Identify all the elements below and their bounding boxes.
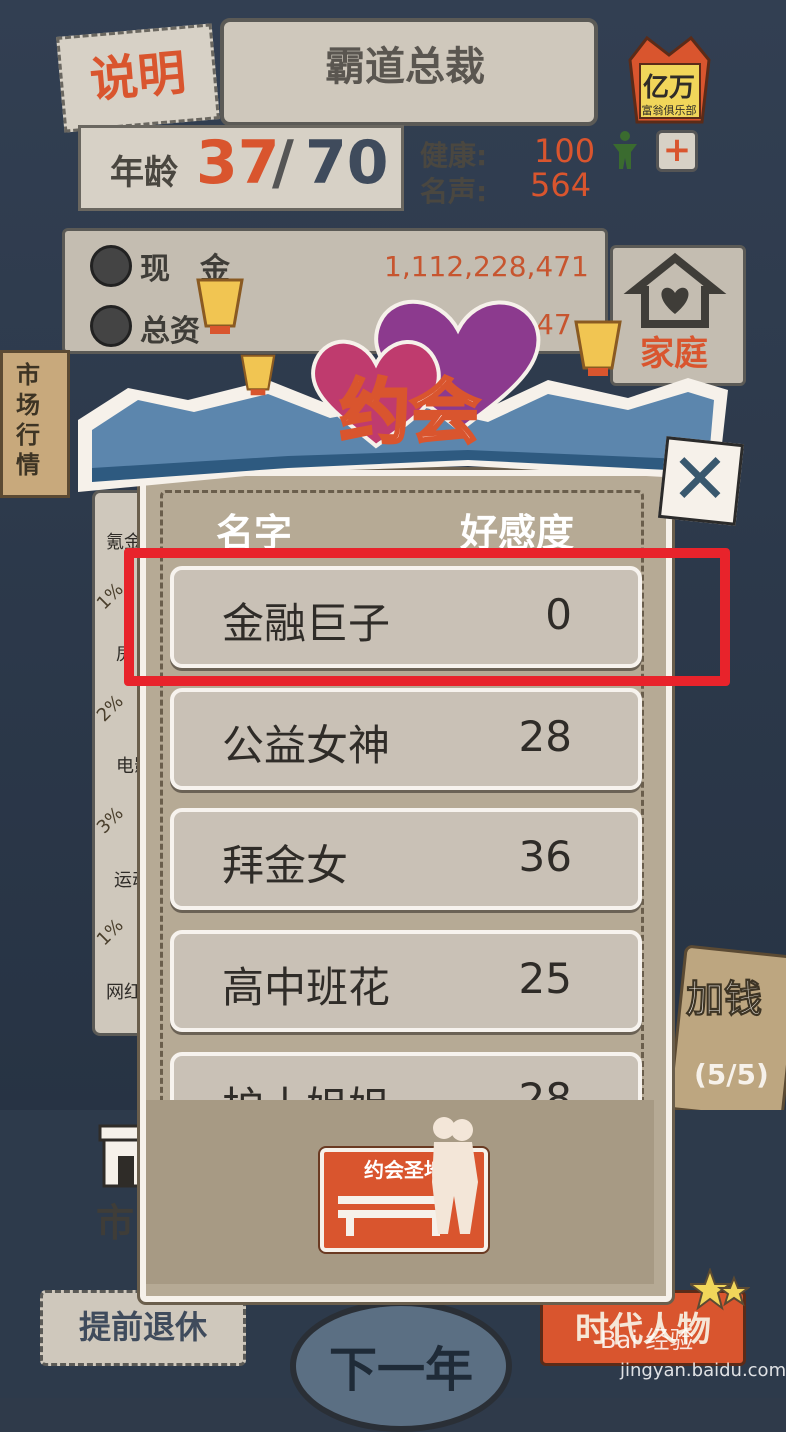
reputation-value: 564 [530, 166, 592, 204]
candidate-affection: 25 [518, 954, 572, 1003]
retire-button-label: 提前退休 [78, 1308, 207, 1346]
add-money-label: 加钱 [685, 977, 763, 1022]
cash-coin-icon [90, 245, 132, 287]
watermark-logo: Bai 经验 [600, 1326, 694, 1354]
club-badge-line1: 亿万 [643, 73, 695, 103]
add-health-button[interactable]: + [656, 130, 698, 172]
club-badge-line2: 富翁俱乐部 [642, 103, 697, 117]
age-separator: / [272, 128, 294, 198]
market-tab-label: 市场行情 [16, 361, 40, 479]
club-crown-icon[interactable]: 亿万 富翁俱乐部 [622, 30, 717, 125]
lantern-icon [574, 320, 622, 376]
add-money-count: (5/5) [694, 1058, 769, 1091]
lantern-icon [196, 278, 244, 334]
stars-icon [690, 1268, 750, 1311]
help-button-label: 说明 [87, 44, 189, 110]
candidate-affection: 36 [518, 832, 572, 881]
assets-coin-icon [90, 305, 132, 347]
home-heart-icon [623, 252, 727, 328]
watermark-url: jingyan.baidu.com [620, 1360, 786, 1381]
page-title: 霸道总裁 [325, 44, 485, 90]
reputation-label: 名声: [420, 175, 488, 208]
help-button[interactable]: 说明 [56, 23, 220, 133]
health-value: 100 [534, 132, 596, 170]
close-icon: ✕ [670, 438, 730, 520]
age-label: 年龄 [110, 153, 178, 193]
couple-kiss-icon [432, 1117, 478, 1234]
candidate-name: 拜金女 [222, 841, 349, 890]
candidate-name: 公益女神 [222, 721, 391, 770]
health-label: 健康: [420, 139, 488, 172]
age-current: 37 [196, 128, 280, 198]
bg-item-label: 网红 [106, 982, 142, 1003]
highlight-box [124, 548, 730, 686]
age-max: 70 [305, 128, 389, 198]
next-year-label: 下一年 [328, 1342, 473, 1398]
health-person-icon [613, 131, 637, 169]
candidate-name: 高中班花 [222, 963, 391, 1012]
lantern-icon [240, 354, 276, 396]
candidate-affection: 28 [518, 712, 572, 761]
dating-modal-title: 约会 [339, 370, 482, 455]
market-label: 市 [96, 1201, 135, 1245]
